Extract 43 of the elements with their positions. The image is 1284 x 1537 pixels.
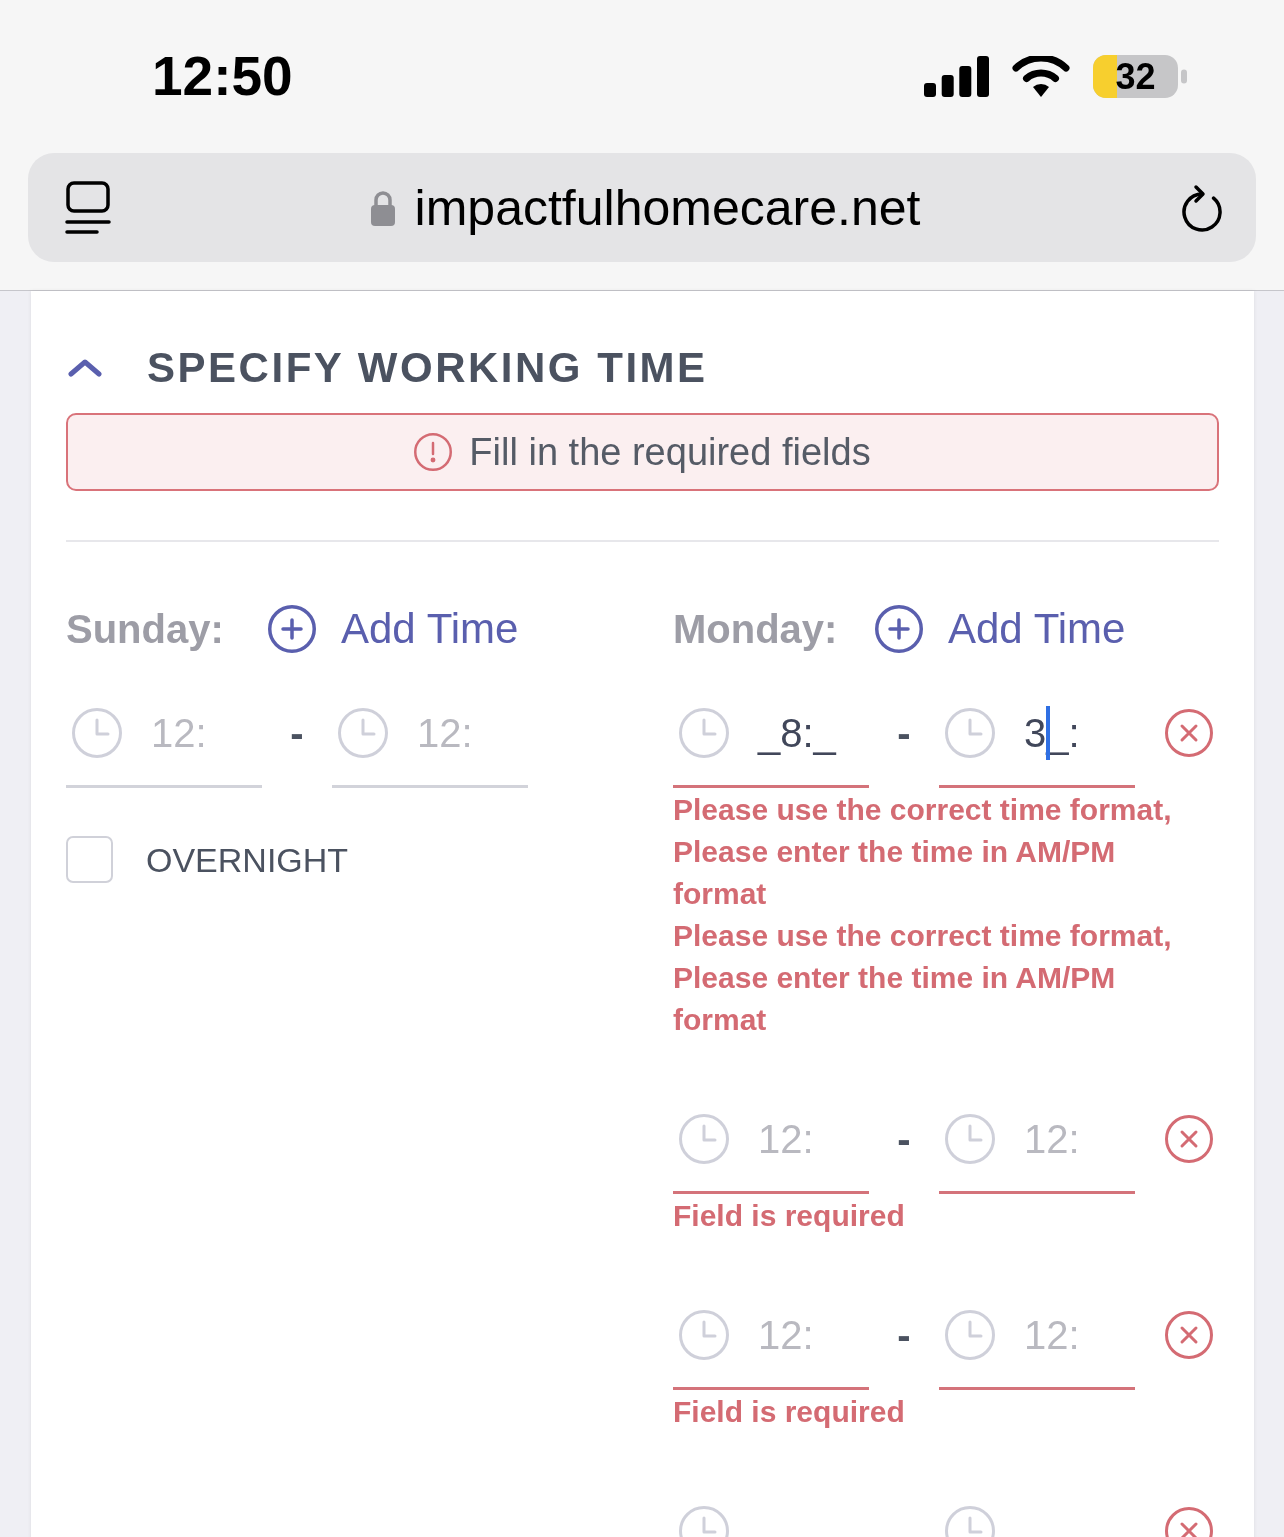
remove-time-button[interactable]: [1165, 709, 1213, 757]
clock-icon: [72, 708, 122, 758]
status-time: 12:50: [152, 49, 293, 104]
error-message: Field is required: [673, 1394, 906, 1430]
clock-icon: [945, 1114, 995, 1164]
day-label: Sunday:: [66, 609, 225, 649]
overnight-checkbox[interactable]: [66, 836, 113, 883]
close-icon: [1165, 1311, 1213, 1359]
remove-time-button[interactable]: [1165, 1115, 1213, 1163]
add-time-button[interactable]: Add Time: [268, 605, 519, 653]
remove-time-button[interactable]: [1165, 1311, 1213, 1359]
section-title: SPECIFY WORKING TIME: [147, 347, 708, 389]
plus-icon: [875, 605, 923, 653]
lock-icon: [369, 188, 396, 227]
alert-message: Fill in the required fields: [469, 433, 871, 471]
alert-icon: [414, 433, 453, 471]
signal-icon: [924, 56, 989, 97]
chevron-up-icon[interactable]: [68, 359, 102, 377]
close-icon: [1165, 709, 1213, 757]
address-bar[interactable]: impactfulhomecare.net: [28, 153, 1256, 262]
range-separator: -: [897, 713, 911, 753]
error-message: Field is required: [673, 1198, 906, 1234]
reload-icon[interactable]: [1179, 182, 1225, 233]
clock-icon: [338, 708, 388, 758]
add-time-button[interactable]: Add Time: [875, 605, 1126, 653]
day-label: Monday:: [673, 609, 839, 649]
error-message: Please use the correct time format, Please enter the time in AM/PM format: [673, 918, 1173, 1038]
clock-icon: [945, 1310, 995, 1360]
clock-icon: [679, 708, 729, 758]
clock-icon: [679, 1114, 729, 1164]
error-message: Please use the correct time format, Please enter the time in AM/PM format: [673, 792, 1173, 912]
wifi-icon: [1012, 56, 1070, 97]
clock-icon: [945, 708, 995, 758]
page-layout-icon[interactable]: [65, 180, 111, 235]
time-input[interactable]: _8:_: [673, 681, 869, 788]
plus-icon: [268, 605, 316, 653]
range-separator: -: [290, 713, 304, 753]
range-separator: -: [897, 1315, 911, 1355]
url-text[interactable]: impactfulhomecare.net: [414, 182, 921, 233]
range-separator: -: [897, 1119, 911, 1159]
checkbox-label: OVERNIGHT: [146, 842, 349, 877]
clock-icon: [679, 1310, 729, 1360]
close-icon: [1165, 1115, 1213, 1163]
